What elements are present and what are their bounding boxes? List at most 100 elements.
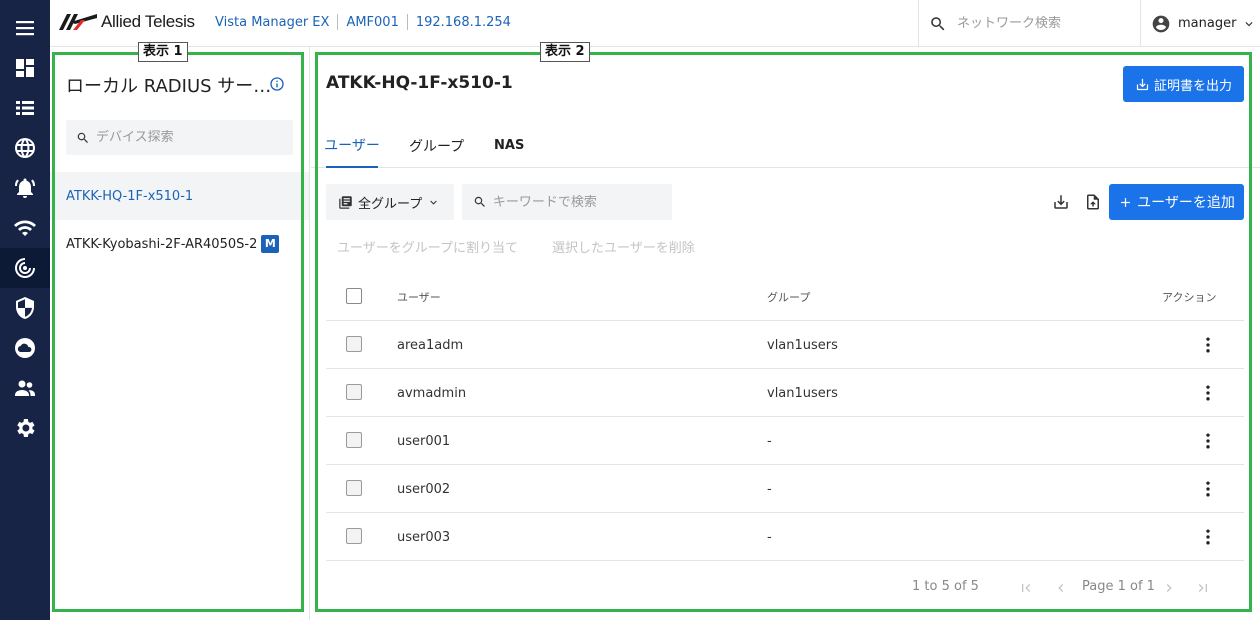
top-header: Allied Telesis Vista Manager EX AMF001 1… [50,0,1260,47]
keyword-search-input[interactable] [492,194,672,210]
chevron-down-icon [1245,21,1253,26]
nav-wireless[interactable] [0,208,50,248]
add-user-button[interactable]: ユーザーを追加 [1109,184,1244,220]
globe-icon [15,138,35,158]
table-header-row: ユーザー グループ アクション [326,273,1244,321]
row-actions-button[interactable] [1198,478,1218,500]
export-certificate-label: 証明書を出力 [1153,78,1232,94]
row-actions-button[interactable] [1198,382,1218,404]
device-item[interactable]: ATKK-HQ-1F-x510-1 [50,172,309,220]
shield-icon [16,297,34,319]
page-indicator: Page 1 of 1 [1082,579,1155,594]
nav-dashboard[interactable] [0,48,50,88]
last-page-button[interactable] [1194,579,1212,597]
breadcrumb-divider [406,14,408,30]
annotation-label-1: 表示 1 [138,42,188,62]
first-page-button[interactable] [1017,579,1035,597]
device-item[interactable]: ATKK-Kyobashi-2F-AR4050S-2 M [50,220,309,268]
import-file-button[interactable] [1082,191,1104,213]
nav-security[interactable] [0,288,50,328]
nav-rail [0,0,50,620]
nav-alarms[interactable] [0,168,50,208]
delete-selected-link[interactable]: 選択したユーザーを削除 [552,237,695,256]
breadcrumb-area[interactable]: AMF001 [346,15,398,30]
user-cell: user001 [397,433,451,449]
next-page-button[interactable] [1160,579,1178,597]
row-checkbox[interactable] [346,432,362,448]
tab-bar: ユーザー グループ NAS [311,123,1260,168]
group-cell: - [767,481,772,497]
account-circle-icon [1152,15,1170,32]
row-checkbox[interactable] [346,480,362,496]
tab-groups[interactable]: グループ [409,123,464,168]
table-row[interactable]: avmadmin vlan1users [326,369,1244,417]
breadcrumb-product[interactable]: Vista Manager EX [215,15,329,30]
chevron-down-icon [430,200,437,205]
device-search-input[interactable] [96,130,286,145]
user-cell: area1adm [397,337,464,353]
column-header-action: アクション [1162,291,1217,304]
network-search-input[interactable] [957,16,1127,31]
pagination-range: 1 to 5 of 5 [912,579,979,594]
row-checkbox[interactable] [346,384,362,400]
cloud-icon [15,338,35,358]
column-header-group: グループ [767,291,811,304]
nav-radius[interactable] [0,248,50,288]
select-all-checkbox[interactable] [346,288,362,304]
search-icon [931,16,945,30]
row-checkbox[interactable] [346,336,362,352]
row-actions-button[interactable] [1198,526,1218,548]
table-row[interactable]: user002 - [326,465,1244,513]
group-filter-dropdown[interactable]: 全グループ [326,184,454,220]
wifi-icon [14,220,36,236]
users-table: ユーザー グループ アクション area1adm vlan1users avma… [326,273,1244,561]
first-page-icon [1022,584,1031,592]
assign-group-link[interactable]: ユーザーをグループに割り当て [337,237,518,256]
device-title: ATKK-HQ-1F-x510-1 [326,73,513,93]
brand-logo[interactable]: Allied Telesis [59,12,195,32]
tab-users[interactable]: ユーザー [324,123,380,168]
alarm-bell-icon [14,178,36,198]
breadcrumb-ip[interactable]: 192.168.1.254 [416,15,511,30]
group-cell: vlan1users [767,385,838,401]
more-vert-icon [1206,385,1210,401]
chevron-right-icon [1166,584,1172,592]
nav-users[interactable] [0,368,50,408]
device-name: ATKK-HQ-1F-x510-1 [66,188,194,204]
row-checkbox[interactable] [346,528,362,544]
user-menu[interactable]: manager [1140,0,1260,47]
last-page-icon [1198,584,1207,592]
allied-telesis-logo-icon [59,14,97,30]
user-name: manager [1178,16,1237,31]
info-icon[interactable] [269,76,285,92]
user-cell: user003 [397,529,451,545]
more-vert-icon [1206,481,1210,497]
table-row[interactable]: user001 - [326,417,1244,465]
download-icon [1136,78,1149,90]
logo-text: Allied Telesis [101,12,195,31]
nav-cloud[interactable] [0,328,50,368]
tab-label: グループ [409,138,465,155]
menu-icon [16,21,34,36]
table-row[interactable]: user003 - [326,513,1244,561]
tab-nas[interactable]: NAS [494,123,524,168]
menu-button[interactable] [0,8,50,48]
download-icon [1054,195,1068,209]
download-users-button[interactable] [1050,191,1072,213]
library-icon [339,195,352,209]
nav-settings[interactable] [0,408,50,448]
nav-globe[interactable] [0,128,50,168]
nav-list[interactable] [0,88,50,128]
group-cell: vlan1users [767,337,838,353]
row-actions-button[interactable] [1198,334,1218,356]
tab-label: ユーザー [324,137,380,154]
row-actions-button[interactable] [1198,430,1218,452]
table-row[interactable]: area1adm vlan1users [326,321,1244,369]
list-icon [16,101,34,115]
plus-icon [1121,197,1130,207]
export-certificate-button[interactable]: 証明書を出力 [1123,66,1244,102]
user-cell: avmadmin [397,385,467,401]
prev-page-button[interactable] [1052,579,1070,597]
radius-server-panel: ローカル RADIUS サー… ATKK-HQ-1F-x510-1 ATKK-K… [50,47,310,620]
column-header-user: ユーザー [397,291,441,304]
